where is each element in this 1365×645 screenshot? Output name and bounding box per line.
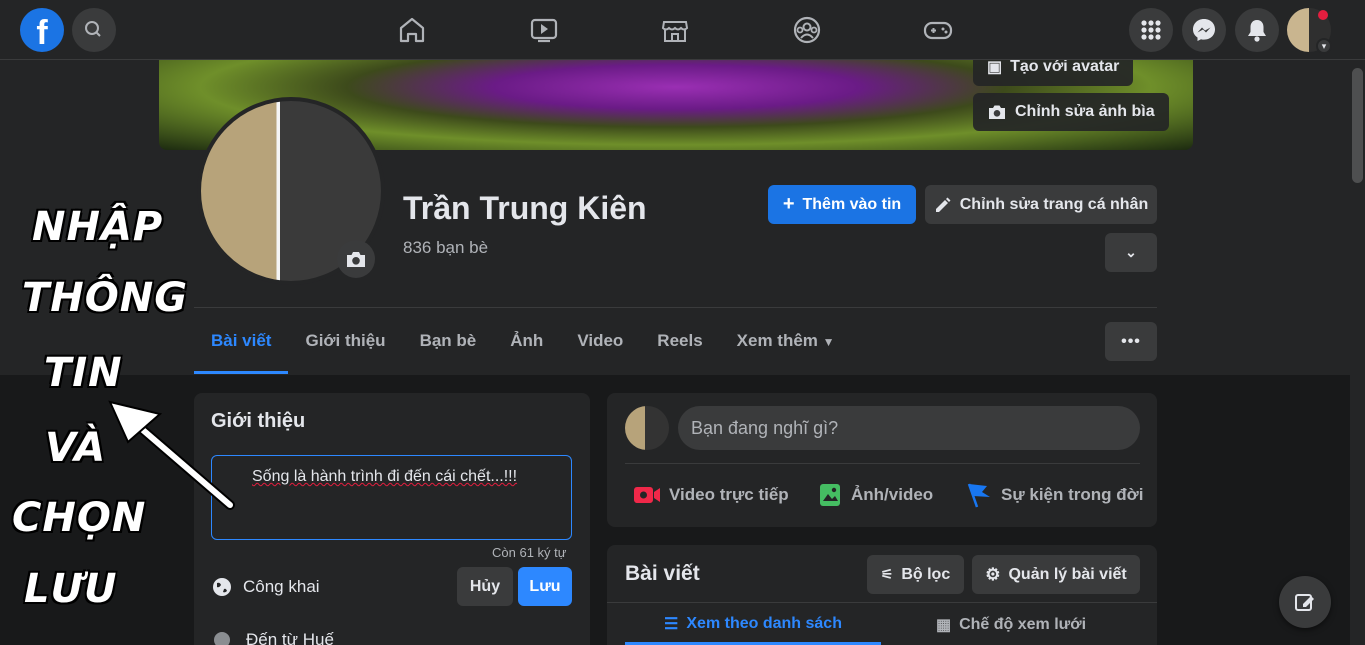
menu-grid-icon bbox=[1141, 20, 1161, 40]
marketplace-icon bbox=[661, 21, 689, 42]
flag-icon bbox=[967, 483, 990, 508]
hometown-item: Đến từ Huế bbox=[214, 630, 334, 645]
live-video-button[interactable]: Video trực tiếp bbox=[633, 477, 789, 513]
search-button[interactable] bbox=[72, 8, 116, 52]
add-to-story-label: Thêm vào tin bbox=[802, 195, 902, 213]
manage-posts-button[interactable]: ⚙ Quản lý bài viết bbox=[972, 555, 1140, 594]
new-message-button[interactable] bbox=[1279, 576, 1331, 628]
life-event-button[interactable]: Sự kiện trong đời bbox=[965, 477, 1143, 513]
live-video-label: Video trực tiếp bbox=[669, 485, 789, 504]
tab-videos[interactable]: Video bbox=[560, 318, 640, 374]
watch-icon bbox=[530, 18, 558, 43]
composer-avatar[interactable] bbox=[625, 406, 669, 450]
location-pin-icon bbox=[214, 632, 230, 645]
tab-reels[interactable]: Reels bbox=[640, 318, 719, 374]
annotation-line-6: LƯU bbox=[24, 566, 118, 612]
avatar-icon: ▣ bbox=[987, 60, 1003, 76]
more-dots-icon: ••• bbox=[1121, 332, 1141, 350]
filter-label: Bộ lọc bbox=[901, 565, 951, 583]
groups-icon bbox=[793, 16, 821, 44]
notifications-button[interactable] bbox=[1235, 8, 1279, 52]
create-with-avatar-label: Tạo với avatar bbox=[1010, 60, 1120, 75]
messenger-button[interactable] bbox=[1182, 8, 1226, 52]
list-view-label: Xem theo danh sách bbox=[686, 614, 842, 632]
camera-icon bbox=[989, 105, 1005, 119]
messenger-icon bbox=[1193, 19, 1215, 41]
posts-divider bbox=[607, 602, 1157, 603]
bio-text: Sống là hành trình đi đến cái chết...!!! bbox=[252, 468, 518, 485]
char-count: Còn 61 ký tự bbox=[492, 545, 567, 560]
live-video-icon bbox=[634, 487, 660, 503]
nav-marketplace[interactable] bbox=[655, 10, 695, 50]
scrollbar-thumb[interactable] bbox=[1352, 68, 1363, 183]
tab-friends[interactable]: Bạn bè bbox=[403, 318, 494, 374]
grid-view-tab[interactable]: ▦ Chế độ xem lưới bbox=[882, 605, 1140, 645]
profile-name: Trần Trung Kiên bbox=[403, 190, 647, 226]
annotation-line-2: THÔNG bbox=[22, 275, 189, 321]
manage-posts-label: Quản lý bài viết bbox=[1008, 565, 1127, 583]
nav-groups[interactable] bbox=[787, 10, 827, 50]
photo-video-button[interactable]: Ảnh/video bbox=[817, 477, 933, 513]
home-icon bbox=[399, 17, 425, 43]
top-navigation-bar: f ▾ bbox=[0, 0, 1365, 60]
pencil-icon bbox=[935, 197, 951, 212]
search-icon bbox=[85, 21, 101, 37]
header-divider bbox=[194, 307, 1157, 308]
chevron-down-icon: ⌄ bbox=[1125, 244, 1137, 260]
camera-icon bbox=[347, 252, 365, 267]
photo-video-label: Ảnh/video bbox=[851, 485, 934, 504]
compose-icon bbox=[1295, 594, 1314, 611]
cancel-button[interactable]: Hủy bbox=[457, 567, 513, 606]
gaming-icon bbox=[923, 21, 953, 40]
composer-input[interactable]: Bạn đang nghĩ gì? bbox=[678, 406, 1140, 450]
filter-button[interactable]: ⚟ Bộ lọc bbox=[867, 555, 964, 594]
account-chevron-down-icon[interactable]: ▾ bbox=[1316, 38, 1332, 54]
plus-icon: + bbox=[782, 193, 795, 215]
nav-watch[interactable] bbox=[524, 10, 564, 50]
filter-icon: ⚟ bbox=[880, 566, 894, 582]
edit-cover-label: Chỉnh sửa ảnh bìa bbox=[1015, 103, 1155, 120]
grid-view-label: Chế độ xem lưới bbox=[959, 616, 1087, 633]
profile-tabs: Bài viết Giới thiệu Bạn bè Ảnh Video Ree… bbox=[194, 318, 852, 374]
create-with-avatar-button[interactable]: ▣ Tạo với avatar bbox=[973, 60, 1134, 86]
edit-profile-label: Chỉnh sửa trang cá nhân bbox=[959, 195, 1149, 213]
edit-profile-button[interactable]: Chỉnh sửa trang cá nhân bbox=[925, 185, 1157, 224]
list-view-tab[interactable]: ☰ Xem theo danh sách bbox=[625, 605, 881, 645]
notifications-icon bbox=[1248, 20, 1266, 42]
gear-icon: ⚙ bbox=[985, 564, 1001, 584]
update-profile-picture-button[interactable] bbox=[337, 240, 375, 278]
add-to-story-button[interactable]: + Thêm vào tin bbox=[768, 185, 916, 224]
globe-icon bbox=[213, 578, 231, 596]
annotation-line-4: VÀ bbox=[45, 425, 107, 471]
hometown-label: Đến từ Huế bbox=[246, 630, 334, 645]
life-event-label: Sự kiện trong đời bbox=[1001, 485, 1144, 504]
privacy-selector[interactable]: Công khai bbox=[211, 576, 320, 598]
annotation-arrow-icon bbox=[108, 400, 235, 510]
tab-photos[interactable]: Ảnh bbox=[493, 318, 560, 374]
save-button[interactable]: Lưu bbox=[518, 567, 572, 606]
photo-icon bbox=[820, 484, 840, 506]
tab-posts[interactable]: Bài viết bbox=[194, 318, 289, 374]
friends-count[interactable]: 836 bạn bè bbox=[403, 238, 488, 258]
grid-icon: ▦ bbox=[935, 617, 952, 634]
list-icon: ☰ bbox=[664, 615, 679, 633]
tab-about[interactable]: Giới thiệu bbox=[288, 318, 402, 374]
privacy-label: Công khai bbox=[243, 577, 320, 596]
profile-expand-button[interactable]: ⌄ bbox=[1105, 233, 1157, 272]
tab-more[interactable]: Xem thêm ▼ bbox=[720, 318, 852, 374]
composer-divider bbox=[625, 463, 1140, 464]
menu-button[interactable] bbox=[1129, 8, 1173, 52]
bio-textarea[interactable]: Sống là hành trình đi đến cái chết...!!! bbox=[211, 455, 572, 540]
annotation-line-1: NHẬP bbox=[32, 204, 164, 250]
more-options-button[interactable]: ••• bbox=[1105, 322, 1157, 361]
tab-more-label: Xem thêm bbox=[736, 331, 818, 350]
notification-dot bbox=[1318, 10, 1328, 20]
nav-home[interactable] bbox=[392, 10, 432, 50]
facebook-logo[interactable]: f bbox=[20, 8, 64, 52]
edit-cover-button[interactable]: Chỉnh sửa ảnh bìa bbox=[973, 93, 1169, 131]
caret-down-icon: ▼ bbox=[822, 335, 835, 349]
posts-title: Bài viết bbox=[625, 562, 700, 585]
nav-gaming[interactable] bbox=[918, 10, 958, 50]
